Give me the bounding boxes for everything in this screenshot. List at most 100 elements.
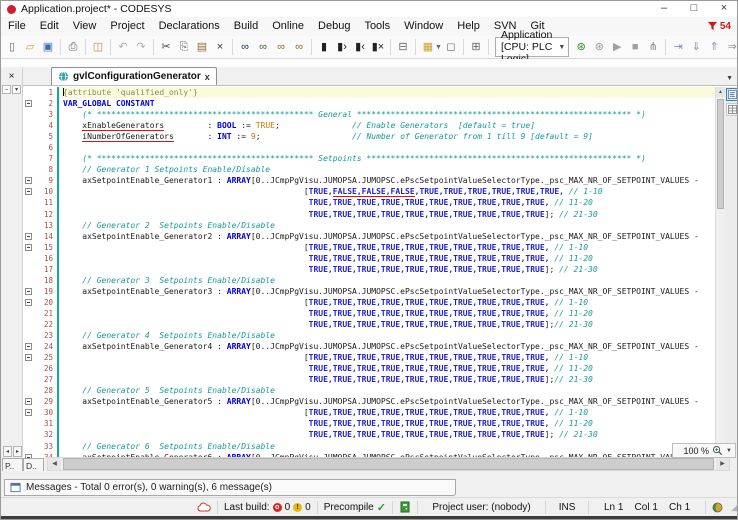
panel-options-icon[interactable]: – (2, 85, 11, 94)
fold-marker[interactable] (23, 299, 33, 306)
code-text[interactable]: axSetpointEnable_Generator5 : ARRAY[0..J… (57, 396, 715, 407)
menu-tools[interactable]: Tools (357, 17, 397, 36)
build-dropdown-icon[interactable]: ▼ (435, 44, 442, 51)
close-button[interactable]: × (709, 1, 738, 17)
code-text[interactable]: [TRUE,TRUE,TRUE,TRUE,TRUE,TRUE,TRUE,TRUE… (57, 352, 715, 363)
code-text[interactable]: // Generator 2 Setpoints Enable/Disable (57, 220, 715, 231)
step-over-icon[interactable]: ⇥ (669, 38, 687, 56)
code-text[interactable]: [TRUE,FALSE,FALSE,FALSE,TRUE,TRUE,TRUE,T… (57, 186, 715, 197)
document-tab-close-icon[interactable]: x (205, 72, 210, 82)
zoom-dropdown-icon[interactable]: ▼ (726, 448, 732, 454)
code-text[interactable]: TRUE,TRUE,TRUE,TRUE,TRUE,TRUE,TRUE,TRUE,… (57, 363, 715, 374)
code-text[interactable]: TRUE,TRUE,TRUE,TRUE,TRUE,TRUE,TRUE,TRUE,… (57, 264, 715, 275)
code-text[interactable]: axSetpointEnable_Generator3 : ARRAY[0..J… (57, 286, 715, 297)
code-text[interactable]: // Generator 4 Setpoints Enable/Disable (57, 330, 715, 341)
panel-tab-scroll-right-icon[interactable]: ▸ (13, 446, 22, 457)
code-text[interactable]: TRUE,TRUE,TRUE,TRUE,TRUE,TRUE,TRUE,TRUE,… (57, 418, 715, 429)
resize-grip[interactable]: ◢ (731, 502, 738, 513)
language-status[interactable] (706, 502, 729, 513)
code-text[interactable]: (* *************************************… (57, 153, 715, 164)
code-text[interactable]: TRUE,TRUE,TRUE,TRUE,TRUE,TRUE,TRUE,TRUE,… (57, 197, 715, 208)
code-text[interactable]: [TRUE,TRUE,TRUE,TRUE,TRUE,TRUE,TRUE,TRUE… (57, 407, 715, 418)
menu-help[interactable]: Help (450, 17, 487, 36)
incremental-find-icon[interactable]: ∞ (254, 38, 272, 56)
bookmark-prev-icon[interactable]: ▮‹ (351, 38, 369, 56)
cut-icon[interactable]: ✂ (157, 38, 175, 56)
scroll-left-icon[interactable]: ◀ (48, 458, 61, 470)
application-combo-arrow-icon[interactable]: ▼ (558, 44, 565, 51)
menu-view[interactable]: View (66, 17, 104, 36)
code-text[interactable]: axSetpointEnable_Generator1 : ARRAY[0..J… (57, 175, 715, 186)
code-text[interactable]: TRUE,TRUE,TRUE,TRUE,TRUE,TRUE,TRUE,TRUE,… (57, 308, 715, 319)
code-text[interactable]: [TRUE,TRUE,TRUE,TRUE,TRUE,TRUE,TRUE,TRUE… (57, 242, 715, 253)
login-icon[interactable]: ⊛ (572, 38, 590, 56)
fold-collapse-icon[interactable] (25, 398, 32, 405)
save-icon[interactable]: ▣ (39, 38, 57, 56)
fold-collapse-icon[interactable] (25, 299, 32, 306)
application-combo[interactable]: Application [CPU: PLC Logic]▼ (495, 37, 569, 57)
code-text[interactable]: TRUE,TRUE,TRUE,TRUE,TRUE,TRUE,TRUE,TRUE,… (57, 209, 715, 220)
code-text[interactable]: TRUE,TRUE,TRUE,TRUE,TRUE,TRUE,TRUE,TRUE,… (57, 429, 715, 440)
fold-marker[interactable] (23, 398, 33, 405)
code-text[interactable]: // Generator 3 Setpoints Enable/Disable (57, 275, 715, 286)
panel-tab-scroll-left-icon[interactable]: ◂ (3, 446, 12, 457)
fold-marker[interactable] (23, 288, 33, 295)
fold-collapse-icon[interactable] (25, 188, 32, 195)
messages-tab[interactable]: Messages - Total 0 error(s), 0 warning(s… (4, 479, 456, 496)
code-text[interactable]: TRUE,TRUE,TRUE,TRUE,TRUE,TRUE,TRUE,TRUE,… (57, 319, 715, 330)
fold-collapse-icon[interactable] (25, 100, 32, 107)
print-icon[interactable]: ⎙ (64, 38, 82, 56)
horizontal-scrollbar[interactable]: ◀ ▶ (47, 457, 730, 471)
insert-mode[interactable]: INS (546, 502, 588, 513)
code-text[interactable]: VAR_GLOBAL CONSTANT (57, 98, 715, 109)
code-text[interactable]: TRUE,TRUE,TRUE,TRUE,TRUE,TRUE,TRUE,TRUE,… (57, 253, 715, 264)
code-area[interactable]: 1{attribute 'qualified_only'}2VAR_GLOBAL… (23, 87, 715, 458)
bookmark-toggle-icon[interactable]: ▮ (315, 38, 333, 56)
logout-icon[interactable]: ⊛ (590, 38, 608, 56)
fold-marker[interactable] (23, 100, 33, 107)
fold-collapse-icon[interactable] (25, 177, 32, 184)
scroll-up-icon[interactable]: ▲ (716, 87, 725, 97)
run-to-cursor-icon[interactable]: ⇒ (723, 38, 738, 56)
replace-all-icon[interactable]: ∞ (290, 38, 308, 56)
fold-marker[interactable] (23, 409, 33, 416)
vertical-scrollbar[interactable]: ▲ (715, 87, 725, 458)
menu-file[interactable]: File (1, 17, 33, 36)
scroll-right-icon[interactable]: ▶ (716, 458, 729, 470)
new-object-icon[interactable]: ◻ (442, 38, 460, 56)
start-icon[interactable]: ▶ (608, 38, 626, 56)
document-tab[interactable]: gvlConfigurationGenerator x (51, 67, 217, 85)
menu-window[interactable]: Window (397, 17, 450, 36)
menu-online[interactable]: Online (265, 17, 311, 36)
build-all-icon[interactable]: ⊞ (467, 38, 485, 56)
fold-collapse-icon[interactable] (25, 409, 32, 416)
code-text[interactable]: iNumberOfGenerators : INT := 9; // Numbe… (57, 131, 715, 142)
code-text[interactable]: // Generator 6 Setpoints Enable/Disable (57, 441, 715, 452)
code-text[interactable]: axSetpointEnable_Generator2 : ARRAY[0..J… (57, 231, 715, 242)
textual-view-button[interactable] (726, 88, 738, 101)
stop-icon[interactable]: ■ (626, 38, 644, 56)
panel-close-icon[interactable]: × (5, 70, 19, 83)
menu-project[interactable]: Project (103, 17, 151, 36)
code-text[interactable]: {attribute 'qualified_only'} (57, 87, 715, 98)
fold-collapse-icon[interactable] (25, 343, 32, 350)
vertical-scroll-thumb[interactable] (717, 99, 724, 209)
menu-build[interactable]: Build (227, 17, 265, 36)
code-text[interactable]: // Generator 5 Setpoints Enable/Disable (57, 385, 715, 396)
find-icon[interactable]: ∞ (236, 38, 254, 56)
fold-collapse-icon[interactable] (25, 244, 32, 251)
redo-icon[interactable]: ↷ (132, 38, 150, 56)
bookmark-next-icon[interactable]: ▮› (333, 38, 351, 56)
code-text[interactable]: // Generator 1 Setpoints Enable/Disable (57, 164, 715, 175)
step-out-icon[interactable]: ⇑ (705, 38, 723, 56)
bookmark-clear-icon[interactable]: ▮× (369, 38, 387, 56)
notification-area[interactable]: 54 (707, 21, 738, 32)
undo-icon[interactable]: ↶ (114, 38, 132, 56)
fold-collapse-icon[interactable] (25, 288, 32, 295)
export-icon[interactable]: ⊟ (394, 38, 412, 56)
code-text[interactable]: TRUE,TRUE,TRUE,TRUE,TRUE,TRUE,TRUE,TRUE,… (57, 374, 715, 385)
delete-icon[interactable]: × (211, 38, 229, 56)
fold-collapse-icon[interactable] (25, 233, 32, 240)
paste-icon[interactable]: ▤ (193, 38, 211, 56)
code-text[interactable]: xEnableGenerators : BOOL := TRUE; // Ena… (57, 120, 715, 131)
